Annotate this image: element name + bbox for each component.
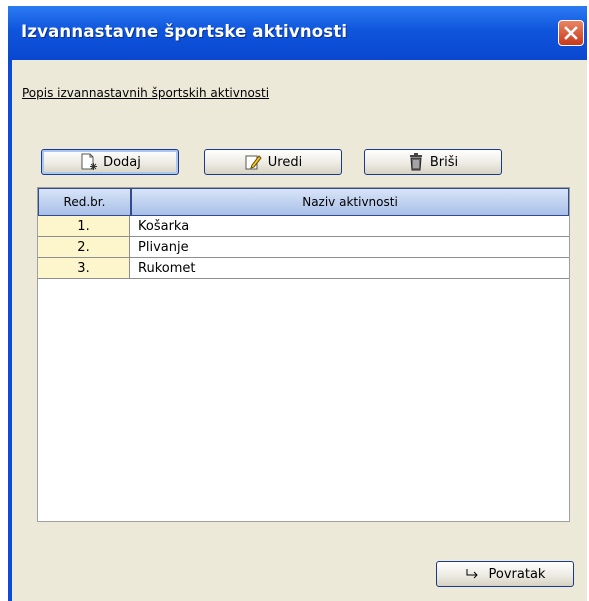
return-arrow-icon	[466, 569, 478, 579]
table-row[interactable]: 3. Rukomet	[38, 258, 569, 279]
header-activity-name[interactable]: Naziv aktivnosti	[131, 188, 569, 216]
new-document-icon	[81, 153, 98, 170]
edit-button[interactable]: Uredi	[204, 149, 342, 175]
table-row[interactable]: 1. Košarka	[38, 216, 569, 237]
delete-button[interactable]: Briši	[364, 149, 502, 175]
delete-button-label: Briši	[429, 154, 459, 170]
row-number-cell: 2.	[38, 237, 130, 258]
window-title: Izvannastavne športske aktivnosti	[21, 22, 348, 41]
dialog-window: Izvannastavne športske aktivnosti Popis …	[8, 6, 587, 601]
close-icon	[564, 26, 578, 40]
table-header: Red.br. Naziv aktivnosti	[38, 188, 569, 216]
row-number-cell: 1.	[38, 216, 130, 237]
pencil-note-icon	[245, 155, 262, 170]
back-button-label: Povratak	[488, 566, 546, 582]
edit-button-label: Uredi	[267, 154, 303, 170]
close-button[interactable]	[558, 20, 584, 46]
row-number-cell: 3.	[38, 258, 130, 279]
header-row-number[interactable]: Red.br.	[38, 188, 131, 216]
add-button[interactable]: Dodaj	[41, 149, 179, 175]
table-row[interactable]: 2. Plivanje	[38, 237, 569, 258]
section-label: Popis izvannastavnih športskih aktivnost…	[22, 86, 270, 100]
activity-name-cell: Košarka	[130, 216, 569, 237]
back-button[interactable]: Povratak	[436, 561, 574, 587]
add-button-label: Dodaj	[103, 154, 141, 170]
trash-can-icon	[409, 153, 422, 171]
activity-name-cell: Rukomet	[130, 258, 569, 279]
activity-name-cell: Plivanje	[130, 237, 569, 258]
dialog-body: Popis izvannastavnih športskih aktivnost…	[12, 60, 587, 601]
title-bar[interactable]: Izvannastavne športske aktivnosti	[8, 6, 587, 60]
activities-table[interactable]: Red.br. Naziv aktivnosti 1. Košarka 2. P…	[37, 187, 570, 522]
